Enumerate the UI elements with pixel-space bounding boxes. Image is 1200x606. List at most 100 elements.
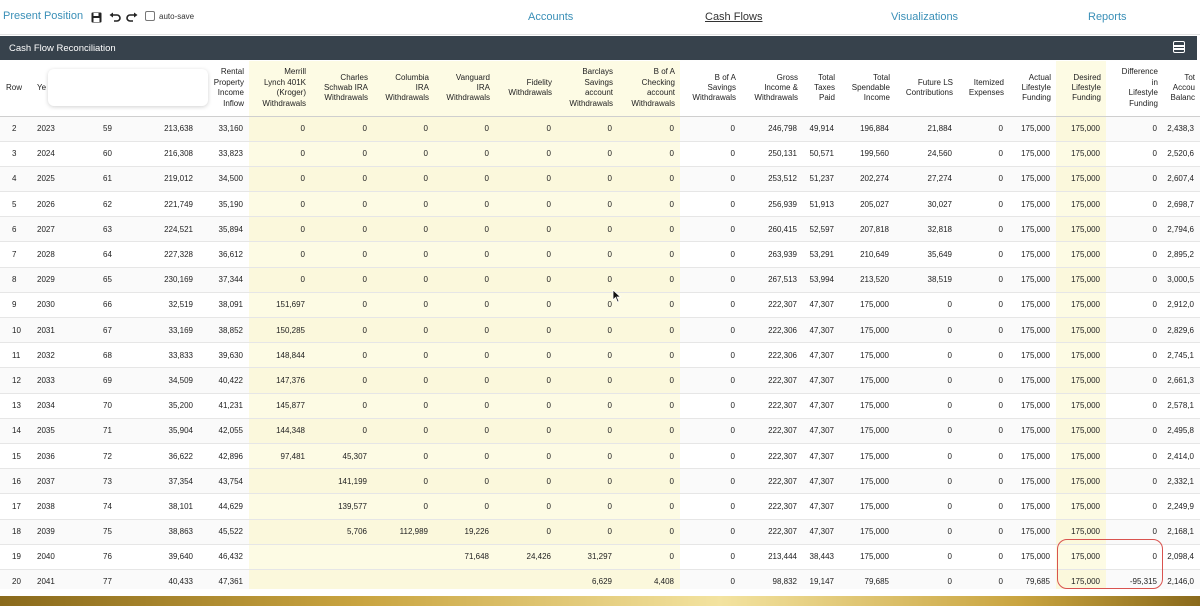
- col-header-vanguard-ira[interactable]: Vanguard IRA Withdrawals: [434, 61, 495, 117]
- table-row[interactable]: 15 2036 72 36,622 42,896 97,481 45,307 0 0 0 0 0 0 22…: [0, 443, 1200, 470]
- autosave-label: auto-save: [159, 12, 195, 21]
- col-header-line: Checking: [641, 77, 675, 87]
- cell-rental-income: 39,630: [199, 342, 249, 369]
- col-header-difference-lifestyle[interactable]: Difference in Lifestyle Funding: [1106, 61, 1163, 117]
- nav-cash-flows[interactable]: Cash Flows: [705, 11, 762, 23]
- nav-accounts[interactable]: Accounts: [528, 11, 573, 23]
- cell-year: 2035: [31, 418, 81, 444]
- cell-merrill-lynch-401k: 147,376: [249, 367, 311, 394]
- cell-itemized-expenses: 0: [958, 292, 1009, 319]
- cell-rental-income: 37,344: [199, 267, 249, 293]
- cell-itemized-expenses: 0: [958, 342, 1009, 369]
- cell-rental-income: 44,629: [199, 493, 249, 520]
- col-header-gross-income[interactable]: Gross Income & Withdrawals: [741, 61, 803, 117]
- col-header-row[interactable]: Row: [0, 61, 31, 117]
- cell-total-taxes: 49,914: [803, 116, 840, 142]
- cell-row: 14: [0, 418, 31, 444]
- cell-total-spendable: 175,000: [840, 292, 895, 319]
- cell-rental-income: 36,612: [199, 241, 249, 268]
- cell-income: 34,509: [133, 367, 199, 394]
- cell-actual-lifestyle: 175,000: [1009, 191, 1056, 218]
- table-row[interactable]: 4 2025 61 219,012 34,500 0 0 0 0 0 0 0 0 253,512 51,23…: [0, 166, 1200, 193]
- col-header-desired-lifestyle[interactable]: Desired Lifestyle Funding: [1056, 61, 1106, 117]
- table-row[interactable]: 20 2041 77 40,433 47,361 6,629 4,408 0 98,832 19,…: [0, 569, 1200, 589]
- cell-year: 2037: [31, 468, 81, 495]
- nav-visualizations[interactable]: Visualizations: [891, 11, 958, 23]
- cell-total-spendable: 79,685: [840, 569, 895, 589]
- cell-schwab-ira: 0: [311, 367, 373, 394]
- table-row[interactable]: 10 2031 67 33,169 38,852 150,285 0 0 0 0 0 0 0 222,30…: [0, 317, 1200, 344]
- cell-barclays-savings: 0: [557, 342, 618, 369]
- col-header-line: Taxes: [814, 83, 835, 93]
- nav-reports[interactable]: Reports: [1088, 11, 1127, 23]
- cell-future-ls-contributions: 21,884: [895, 116, 958, 142]
- col-header-merrill-lynch-401k[interactable]: Merrill Lynch 401K (Kroger) Withdrawals: [249, 61, 311, 117]
- cash-flow-table-container[interactable]: Row Ye Rental Property Income Inflow Merrill Ly…: [0, 61, 1200, 589]
- undo-icon[interactable]: [109, 10, 121, 28]
- col-header-future-ls-contributions[interactable]: Future LS Contributions: [895, 61, 958, 117]
- table-row[interactable]: 6 2027 63 224,521 35,894 0 0 0 0 0 0 0 0 260,415 52,59…: [0, 216, 1200, 243]
- col-header-barclays-savings[interactable]: Barclays Savings account Withdrawals: [557, 61, 618, 117]
- col-header-line: Funding: [1072, 93, 1101, 103]
- table-row[interactable]: 3 2024 60 216,308 33,823 0 0 0 0 0 0 0 0 250,131 50,57…: [0, 141, 1200, 167]
- table-row[interactable]: 16 2037 73 37,354 43,754 141,199 0 0 0 0 0 0 222,307…: [0, 468, 1200, 495]
- cell-fidelity: 0: [495, 141, 557, 167]
- cell-income: 40,433: [133, 569, 199, 589]
- cell-fidelity: 0: [495, 493, 557, 520]
- col-header-total-account-balance[interactable]: Tot Accou Balanc: [1163, 61, 1200, 117]
- cell-gross-income: 253,512: [741, 166, 803, 193]
- col-header-total-taxes[interactable]: Total Taxes Paid: [803, 61, 840, 117]
- table-row[interactable]: 11 2032 68 33,833 39,630 148,844 0 0 0 0 0 0 0 222,30…: [0, 342, 1200, 369]
- table-row[interactable]: 7 2028 64 227,328 36,612 0 0 0 0 0 0 0 0 263,939 53,29…: [0, 241, 1200, 268]
- cell-schwab-ira: 0: [311, 317, 373, 344]
- col-header-total-spendable[interactable]: Total Spendable Income: [840, 61, 895, 117]
- header-popup[interactable]: [48, 69, 208, 106]
- cell-merrill-lynch-401k: [249, 493, 311, 520]
- table-row[interactable]: 13 2034 70 35,200 41,231 145,877 0 0 0 0 0 0 0 222,30…: [0, 393, 1200, 419]
- cell-desired-lifestyle: 175,000: [1056, 393, 1106, 419]
- cell-itemized-expenses: 0: [958, 116, 1009, 142]
- cell-merrill-lynch-401k: 0: [249, 241, 311, 268]
- save-icon[interactable]: [91, 10, 102, 28]
- table-row[interactable]: 14 2035 71 35,904 42,055 144,348 0 0 0 0 0 0 0 222,30…: [0, 418, 1200, 444]
- col-header-columbia-ira[interactable]: Columbia IRA Withdrawals: [373, 61, 434, 117]
- table-row[interactable]: 2 2023 59 213,638 33,160 0 0 0 0 0 0 0 0 246,798 49,91…: [0, 116, 1200, 142]
- cell-row: 5: [0, 191, 31, 218]
- table-row[interactable]: 18 2039 75 38,863 45,522 5,706 112,989 19,226 0 0…: [0, 519, 1200, 545]
- cell-income: 39,640: [133, 544, 199, 570]
- autosave-checkbox[interactable]: [145, 11, 155, 21]
- cell-vanguard-ira: 0: [434, 317, 495, 344]
- cell-boa-savings: 0: [680, 493, 741, 520]
- cell-total-account-balance: 2,607,4: [1163, 166, 1200, 193]
- table-row[interactable]: 8 2029 65 230,169 37,344 0 0 0 0 0 0 0 0 267,513 53,99…: [0, 267, 1200, 293]
- cell-itemized-expenses: 0: [958, 519, 1009, 545]
- cell-difference-lifestyle: 0: [1106, 443, 1163, 470]
- table-row[interactable]: 17 2038 74 38,101 44,629 139,577 0 0 0 0 0 0 222,307…: [0, 493, 1200, 520]
- present-position-link[interactable]: Present Position: [3, 10, 83, 22]
- cell-age: 72: [81, 443, 133, 470]
- col-header-fidelity[interactable]: Fidelity Withdrawals: [495, 61, 557, 117]
- cell-row: 9: [0, 292, 31, 319]
- redo-icon[interactable]: [126, 10, 138, 28]
- cell-total-taxes: 19,147: [803, 569, 840, 589]
- cell-boa-savings: 0: [680, 544, 741, 570]
- cell-age: 69: [81, 367, 133, 394]
- col-header-actual-lifestyle[interactable]: Actual Lifestyle Funding: [1009, 61, 1056, 117]
- col-header-itemized-expenses[interactable]: Itemized Expenses: [958, 61, 1009, 117]
- col-header-schwab-ira[interactable]: Charles Schwab IRA Withdrawals: [311, 61, 373, 117]
- cell-age: 73: [81, 468, 133, 495]
- table-row[interactable]: 5 2026 62 221,749 35,190 0 0 0 0 0 0 0 0 256,939 51,91…: [0, 191, 1200, 218]
- columns-toggle-icon[interactable]: [1173, 41, 1185, 53]
- table-row[interactable]: 19 2040 76 39,640 46,432 71,648 24,426 31,297 0 0…: [0, 544, 1200, 570]
- cell-vanguard-ira: 0: [434, 241, 495, 268]
- cell-row: 12: [0, 367, 31, 394]
- col-header-boa-checking[interactable]: B of A Checking account Withdrawals: [618, 61, 680, 117]
- cell-schwab-ira: [311, 544, 373, 570]
- cell-barclays-savings: 0: [557, 166, 618, 193]
- cell-merrill-lynch-401k: 145,877: [249, 393, 311, 419]
- cell-total-account-balance: 2,794,6: [1163, 216, 1200, 243]
- col-header-boa-savings[interactable]: B of A Savings Withdrawals: [680, 61, 741, 117]
- table-row[interactable]: 9 2030 66 32,519 38,091 151,697 0 0 0 0 0 0 0 222,307…: [0, 292, 1200, 319]
- cell-columbia-ira: 0: [373, 267, 434, 293]
- table-row[interactable]: 12 2033 69 34,509 40,422 147,376 0 0 0 0 0 0 0 222,30…: [0, 367, 1200, 394]
